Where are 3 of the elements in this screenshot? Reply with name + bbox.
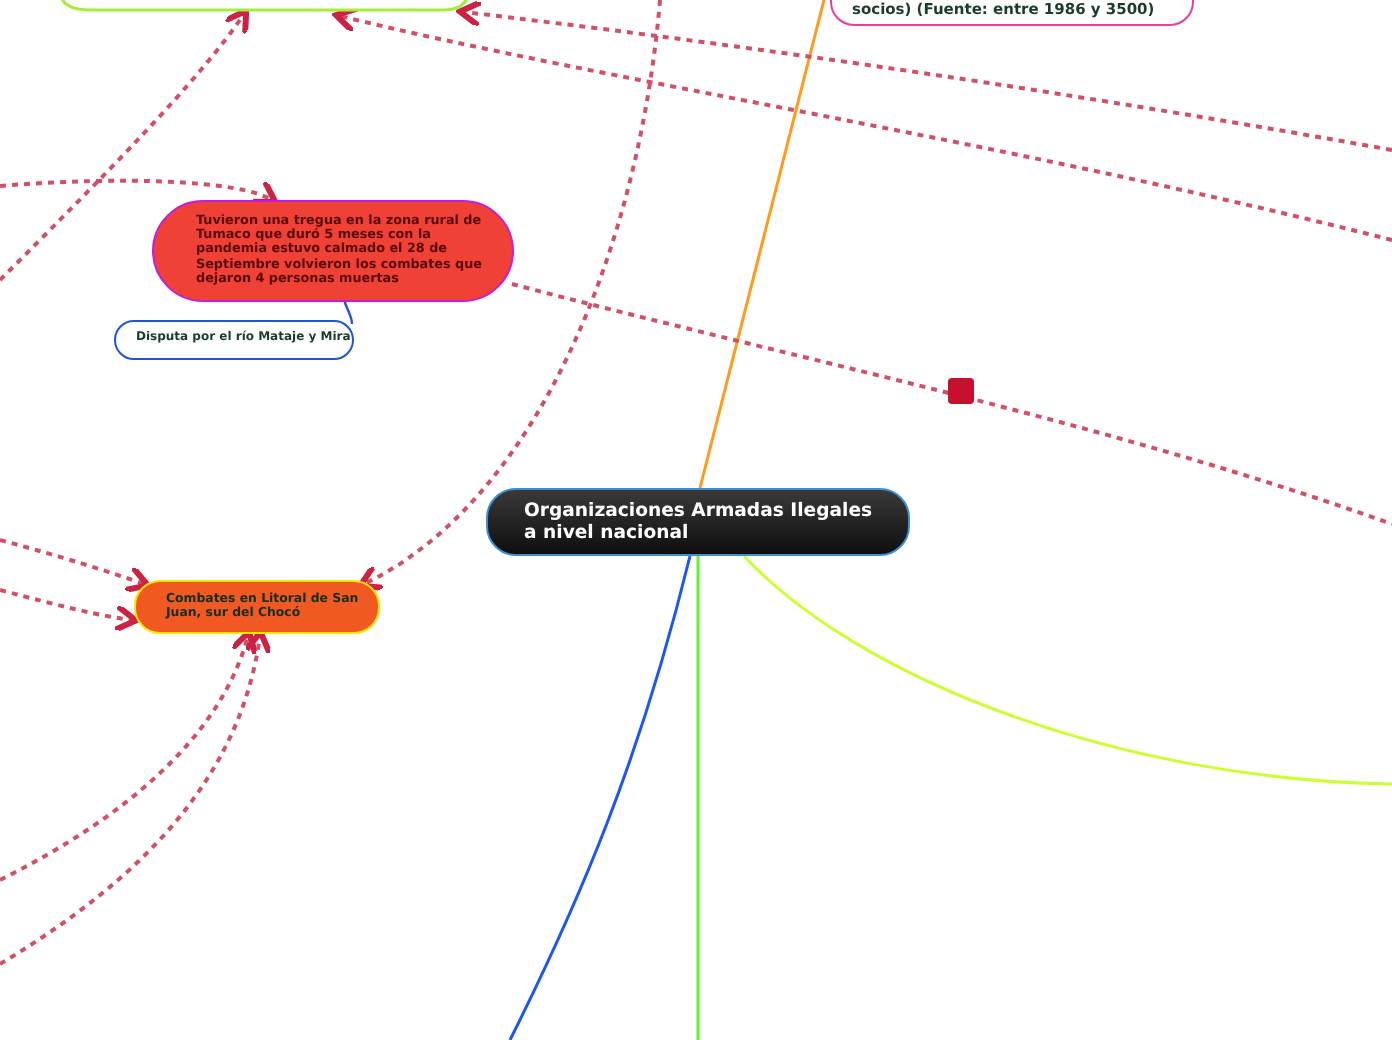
connector-line <box>342 299 354 325</box>
square-marker <box>948 378 974 404</box>
central-topic[interactable]: Organizaciones Armadas Ilegales a nivel nacional <box>486 488 910 556</box>
